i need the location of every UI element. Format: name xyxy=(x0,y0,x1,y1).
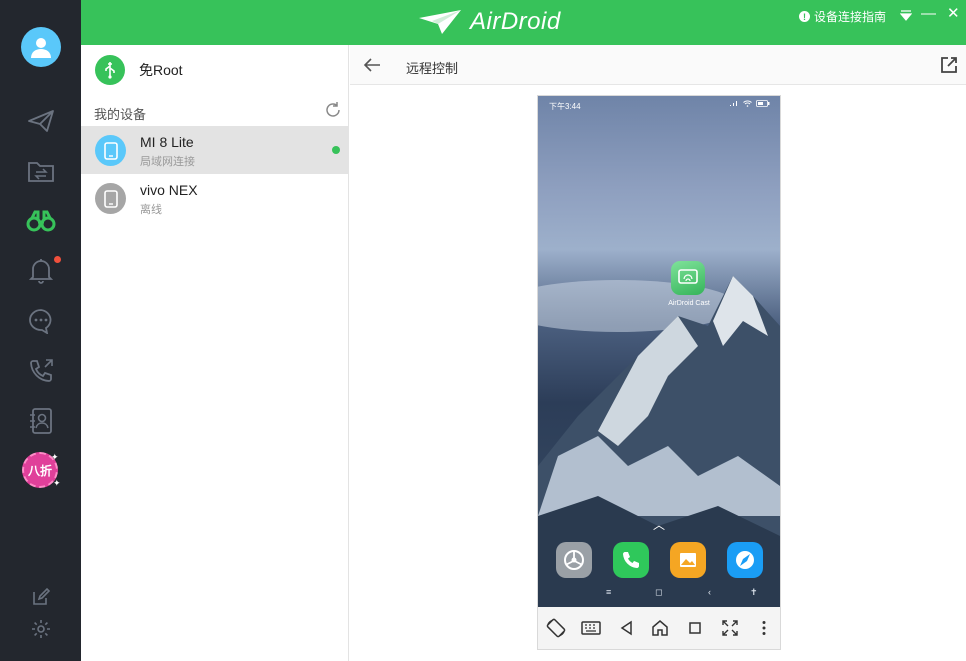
minimize-button[interactable]: — xyxy=(921,6,936,22)
signal-icon xyxy=(730,101,737,106)
app-name: AirDroid xyxy=(470,8,561,35)
recent-apps-button[interactable] xyxy=(685,618,705,638)
airdroid-cast-app[interactable] xyxy=(671,261,705,295)
device-avatar xyxy=(95,183,126,214)
home-icon xyxy=(652,620,668,636)
remote-toolbar xyxy=(538,607,780,649)
phone-status-bar: 下午3:44 xyxy=(538,96,780,114)
usb-icon xyxy=(105,62,115,79)
noroot-label: 免Root xyxy=(139,62,183,78)
refresh-icon[interactable] xyxy=(324,101,342,119)
sidebar-item-remote[interactable] xyxy=(24,204,58,238)
user-icon xyxy=(31,38,51,58)
fullscreen-button[interactable] xyxy=(720,618,740,638)
gallery-app[interactable] xyxy=(670,542,706,578)
info-icon: ! xyxy=(798,11,810,22)
accessibility-icon[interactable]: ✝ xyxy=(750,587,758,598)
folder-transfer-icon xyxy=(28,162,54,182)
back-soft-icon[interactable]: ‹ xyxy=(708,587,711,597)
wifi-icon xyxy=(743,100,752,107)
more-button[interactable] xyxy=(754,618,774,638)
edit-icon xyxy=(33,587,51,605)
online-indicator xyxy=(332,146,340,154)
notification-badge xyxy=(54,256,61,263)
phone-call-icon xyxy=(623,552,639,568)
remote-title: 远程控制 xyxy=(406,61,459,76)
sparkle-icon: ✦ xyxy=(53,478,61,488)
dropdown-menu-icon[interactable] xyxy=(900,10,912,22)
gear-icon xyxy=(32,620,50,638)
device-item-vivonex[interactable]: vivo NEX 离线 xyxy=(81,174,349,222)
usb-icon-wrap xyxy=(95,55,125,85)
keyboard-icon xyxy=(581,621,601,635)
home-button[interactable] xyxy=(650,618,670,638)
call-icon xyxy=(30,359,53,382)
device-panel: 免Root 我的设备 MI 8 Lite 局域网连接 vivo NEX 离线 xyxy=(81,45,349,661)
phone-time: 下午3:44 xyxy=(549,102,581,111)
home-soft-icon[interactable]: ◻ xyxy=(655,587,662,598)
avatar[interactable] xyxy=(21,27,61,67)
sidebar-item-calls[interactable] xyxy=(24,354,58,388)
sidebar-item-settings[interactable] xyxy=(24,612,58,646)
settings-wheel-icon xyxy=(564,550,584,570)
promo-label: 八折 xyxy=(27,463,52,478)
device-item-mi8lite[interactable]: MI 8 Lite 局域网连接 xyxy=(81,126,349,174)
remote-header: 远程控制 xyxy=(350,45,966,85)
phone-icon xyxy=(103,189,118,208)
remote-control-panel: 远程控制 下午3:44 AirDroid Cast ︿ ≡ ◻ ‹ ✝ xyxy=(350,45,966,661)
menu-soft-icon[interactable]: ≡ xyxy=(606,587,611,597)
gallery-icon xyxy=(680,553,696,567)
phone-screen[interactable]: 下午3:44 AirDroid Cast ︿ ≡ ◻ ‹ ✝ xyxy=(538,96,780,607)
device-name: vivo NEX xyxy=(140,182,198,198)
more-vertical-icon xyxy=(762,621,766,635)
sidebar-item-feedback[interactable] xyxy=(24,580,58,614)
noroot-entry[interactable]: 免Root xyxy=(95,55,183,85)
triangle-back-icon xyxy=(620,620,632,636)
sparkle-icon: ✦ xyxy=(51,452,59,462)
phone-mirror[interactable]: 下午3:44 AirDroid Cast ︿ ≡ ◻ ‹ ✝ xyxy=(537,95,781,650)
chevron-up-icon: ︿ xyxy=(653,518,666,532)
battery-icon xyxy=(756,100,770,107)
fullscreen-icon xyxy=(722,620,738,636)
phone-status-icons xyxy=(729,100,770,107)
popout-icon[interactable] xyxy=(940,56,958,74)
back-button[interactable] xyxy=(616,618,636,638)
sidebar-item-notifications[interactable] xyxy=(24,254,58,288)
keyboard-button[interactable] xyxy=(581,618,601,638)
phone-icon xyxy=(103,141,118,160)
send-icon xyxy=(28,110,54,132)
sidebar-item-messages[interactable] xyxy=(24,304,58,338)
binoculars-icon xyxy=(26,210,56,232)
close-button[interactable]: ✕ xyxy=(947,6,960,22)
sidebar-rail: 八折 ✦ ✦ xyxy=(0,0,81,661)
phone-app[interactable] xyxy=(613,542,649,578)
back-arrow-icon[interactable] xyxy=(362,55,382,75)
device-status: 局域网连接 xyxy=(140,156,195,168)
title-bar: AirDroid ! 设备连接指南 — ✕ xyxy=(81,0,966,45)
browser-icon xyxy=(736,551,754,569)
rotate-button[interactable] xyxy=(546,618,566,638)
device-name: MI 8 Lite xyxy=(140,134,194,150)
app-label: AirDroid Cast xyxy=(668,300,710,307)
settings-app[interactable] xyxy=(556,542,592,578)
chat-icon xyxy=(29,309,52,334)
device-avatar xyxy=(95,135,126,166)
device-status: 离线 xyxy=(140,204,162,216)
contacts-icon xyxy=(30,408,52,434)
sidebar-item-contacts[interactable] xyxy=(24,404,58,438)
section-title: 我的设备 xyxy=(94,107,147,122)
bell-icon xyxy=(29,259,53,284)
sidebar-item-files[interactable] xyxy=(24,154,58,188)
browser-app[interactable] xyxy=(727,542,763,578)
connection-guide-link[interactable]: ! 设备连接指南 xyxy=(798,8,886,25)
square-icon xyxy=(689,622,701,634)
cast-icon xyxy=(678,269,698,284)
rotate-icon xyxy=(546,618,566,638)
paper-plane-logo-icon xyxy=(419,10,461,34)
guide-label: 设备连接指南 xyxy=(813,10,886,24)
app-logo: AirDroid xyxy=(418,6,561,38)
sidebar-item-transfer[interactable] xyxy=(24,104,58,138)
